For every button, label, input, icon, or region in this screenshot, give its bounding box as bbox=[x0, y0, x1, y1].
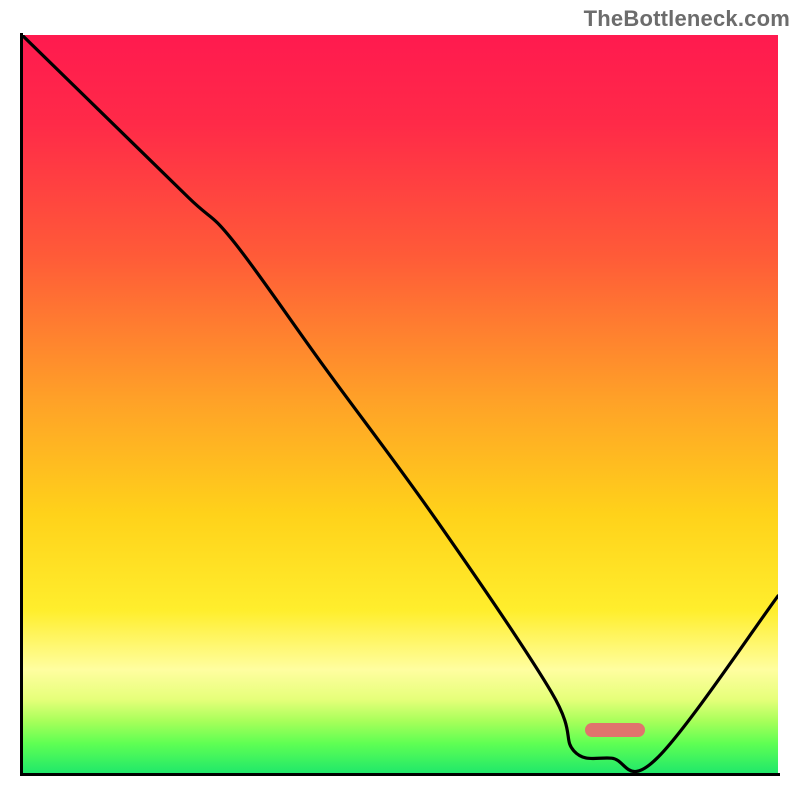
optimal-range-marker bbox=[22, 35, 778, 773]
x-axis-line bbox=[20, 773, 780, 776]
plot-area bbox=[22, 35, 778, 773]
watermark-text: TheBottleneck.com bbox=[584, 6, 790, 32]
y-axis-line bbox=[20, 33, 23, 775]
chart-stage: TheBottleneck.com bbox=[0, 0, 800, 800]
